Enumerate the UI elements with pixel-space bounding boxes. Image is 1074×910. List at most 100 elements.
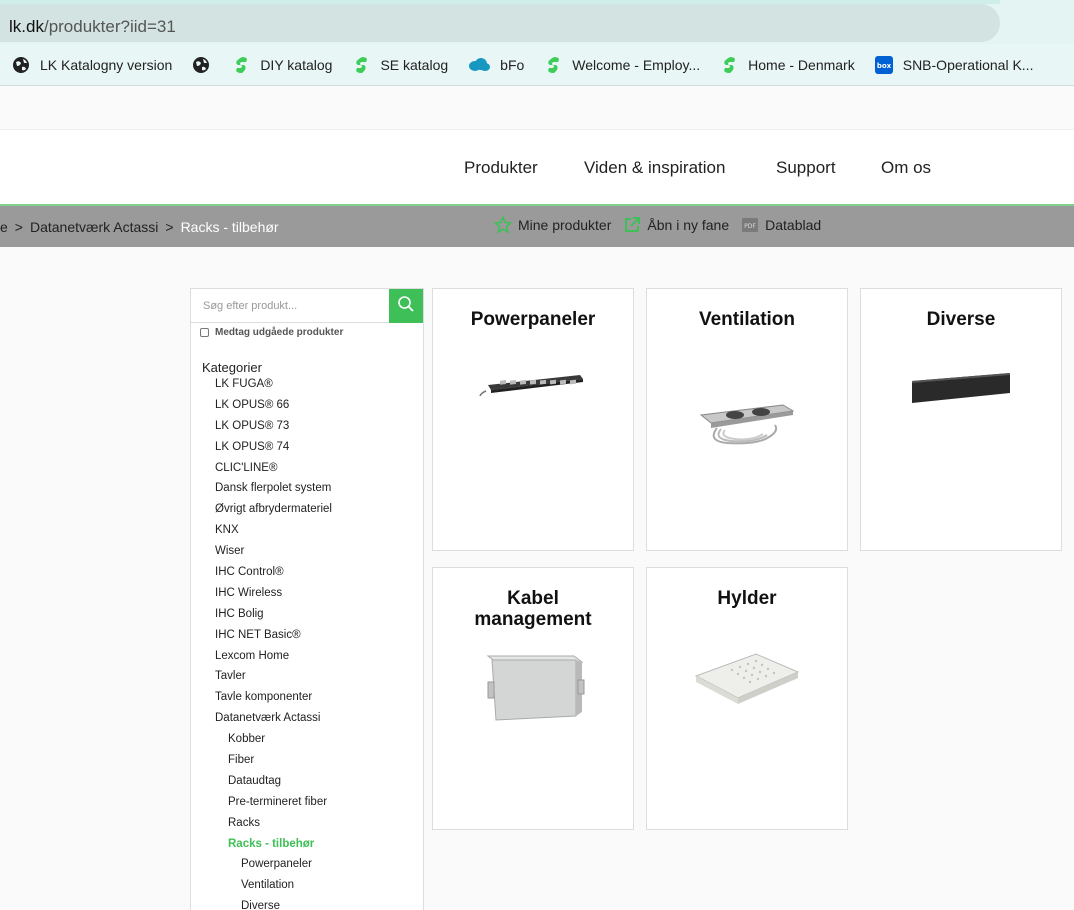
- include-discontinued-checkbox[interactable]: [200, 328, 209, 337]
- bookmark-globe[interactable]: [192, 56, 220, 74]
- breadcrumb-bar: e > Datanetværk Actassi > Racks - tilbehør M…: [0, 206, 1074, 247]
- external-link-icon: [623, 216, 641, 234]
- page-tools: Mine produkter Åbn i ny fane PDF Databla…: [494, 216, 833, 234]
- sidebar-category-item[interactable]: Wiser: [191, 545, 423, 566]
- nav-viden-inspiration[interactable]: Viden & inspiration: [584, 158, 725, 178]
- sidebar-category-item[interactable]: Lexcom Home: [191, 650, 423, 671]
- site-top-strip: [0, 86, 1074, 130]
- my-products-label: Mine produkter: [518, 217, 612, 233]
- sidebar-category-item[interactable]: Powerpaneler: [191, 858, 423, 879]
- search-icon: [397, 295, 415, 317]
- blank-panel-image: [861, 369, 1061, 409]
- sidebar-category-item[interactable]: Tavle komponenter: [191, 691, 423, 712]
- globe-icon: [12, 56, 30, 74]
- breadcrumb-current: Racks - tilbehør: [180, 219, 279, 235]
- breadcrumb-separator: >: [165, 219, 174, 235]
- category-card-diverse[interactable]: Diverse: [860, 288, 1062, 551]
- bookmark-label: LK Katalogny version: [40, 56, 173, 73]
- bookmark-lk-katalog[interactable]: LK Katalogny version: [12, 56, 172, 74]
- open-in-new-tab-label: Åbn i ny fane: [647, 217, 730, 233]
- bookmark-home-denmark[interactable]: Home - Denmark: [720, 56, 855, 74]
- sidebar-category-item[interactable]: Tavler: [191, 670, 423, 691]
- bookmarks-bar: LK Katalogny version DIY katalog SE kata…: [0, 44, 1074, 86]
- url-host: lk.dk: [9, 17, 44, 36]
- sidebar-category-item[interactable]: LK OPUS® 66: [191, 399, 423, 420]
- cloud-icon: [468, 56, 491, 74]
- schneider-icon: [720, 56, 738, 74]
- nav-support[interactable]: Support: [776, 158, 836, 178]
- product-search: [191, 289, 423, 323]
- category-card-powerpaneler[interactable]: Powerpaneler: [432, 288, 634, 551]
- sidebar-category-item[interactable]: IHC Bolig: [191, 608, 423, 629]
- sidebar-category-item[interactable]: Racks - tilbehør: [191, 838, 423, 859]
- sidebar-category-item[interactable]: IHC NET Basic®: [191, 629, 423, 650]
- browser-address-bar: lk.dk/produkter?iid=31: [0, 0, 1074, 44]
- globe-icon: [192, 56, 210, 74]
- category-list: LK FUGA® LK OPUS® 66 LK OPUS® 73 LK OPUS® 7…: [191, 378, 423, 910]
- sidebar-category-item[interactable]: Racks: [191, 817, 423, 838]
- main-navigation: Produkter Viden & inspiration Support Om…: [0, 130, 1074, 204]
- sidebar-category-item[interactable]: Fiber: [191, 754, 423, 775]
- sidebar-category-item[interactable]: CLIC'LINE®: [191, 462, 423, 483]
- bookmark-bfo[interactable]: bFo: [468, 56, 524, 74]
- card-title: Ventilation: [698, 309, 796, 330]
- nav-om-os[interactable]: Om os: [881, 158, 931, 178]
- sidebar-category-item[interactable]: Dataudtag: [191, 775, 423, 796]
- category-sidebar: Medtag udgåede produkter Kategorier LK F…: [190, 288, 424, 910]
- schneider-icon: [544, 56, 562, 74]
- card-title: Hylder: [717, 588, 777, 609]
- sidebar-category-item[interactable]: Dansk flerpolet system: [191, 482, 423, 503]
- breadcrumb-item[interactable]: Datanetværk Actassi: [30, 219, 158, 235]
- datasheet-label: Datablad: [765, 217, 822, 233]
- sidebar-category-item[interactable]: IHC Control®: [191, 566, 423, 587]
- datasheet-button[interactable]: PDF Datablad: [741, 216, 821, 234]
- my-products-button[interactable]: Mine produkter: [494, 216, 611, 234]
- box-icon: box: [874, 55, 893, 74]
- include-discontinued-label: Medtag udgåede produkter: [215, 327, 344, 338]
- shelf-image: [647, 650, 847, 710]
- sidebar-category-item[interactable]: Kobber: [191, 733, 423, 754]
- sidebar-category-item[interactable]: KNX: [191, 524, 423, 545]
- pdf-icon: PDF: [741, 216, 759, 234]
- bookmark-label: bFo: [500, 56, 525, 73]
- bookmark-label: DIY katalog: [260, 56, 333, 73]
- sidebar-category-item[interactable]: Diverse: [191, 900, 423, 910]
- schneider-icon: [352, 56, 370, 74]
- box-icon-text: box: [877, 62, 892, 70]
- bookmark-welcome[interactable]: Welcome - Employ...: [544, 56, 700, 74]
- category-card-hylder[interactable]: Hylder: [646, 567, 848, 830]
- open-in-new-tab-button[interactable]: Åbn i ny fane: [623, 216, 729, 234]
- sidebar-category-item[interactable]: LK OPUS® 74: [191, 441, 423, 462]
- schneider-icon: [232, 56, 250, 74]
- url-field[interactable]: lk.dk/produkter?iid=31: [0, 4, 1000, 42]
- categories-heading: Kategorier: [202, 360, 262, 375]
- card-title: Diverse: [926, 309, 996, 330]
- url-text[interactable]: lk.dk/produkter?iid=31: [9, 17, 176, 37]
- sidebar-category-item[interactable]: Datanetværk Actassi: [191, 712, 423, 733]
- sidebar-category-item[interactable]: LK OPUS® 73: [191, 420, 423, 441]
- sidebar-category-item[interactable]: Øvrigt afbrydermateriel: [191, 503, 423, 524]
- bookmark-label: SE katalog: [380, 56, 449, 73]
- bookmark-se-katalog[interactable]: SE katalog: [352, 56, 448, 74]
- cable-box-image: [433, 650, 633, 726]
- card-title: Kabel management: [474, 588, 592, 630]
- breadcrumb-item[interactable]: e: [0, 219, 8, 235]
- star-icon: [494, 216, 512, 234]
- bookmark-label: Home - Denmark: [748, 56, 855, 73]
- nav-produkter[interactable]: Produkter: [464, 158, 538, 178]
- sidebar-category-item[interactable]: LK FUGA®: [191, 378, 423, 399]
- bookmark-label: SNB-Operational K...: [902, 56, 1034, 73]
- pdf-icon-text: PDF: [744, 223, 756, 230]
- bookmark-diy-katalog[interactable]: DIY katalog: [232, 56, 332, 74]
- category-card-ventilation[interactable]: Ventilation: [646, 288, 848, 551]
- search-input[interactable]: [191, 289, 389, 322]
- url-path: /produkter?iid=31: [43, 17, 176, 36]
- fan-unit-image: [647, 401, 847, 451]
- category-card-kabel-management[interactable]: Kabel management: [432, 567, 634, 830]
- sidebar-category-item[interactable]: IHC Wireless: [191, 587, 423, 608]
- bookmark-snb[interactable]: box SNB-Operational K...: [874, 55, 1034, 74]
- include-discontinued-option[interactable]: Medtag udgåede produkter: [200, 327, 343, 338]
- sidebar-category-item[interactable]: Ventilation: [191, 879, 423, 900]
- search-button[interactable]: [389, 289, 423, 323]
- sidebar-category-item[interactable]: Pre-termineret fiber: [191, 796, 423, 817]
